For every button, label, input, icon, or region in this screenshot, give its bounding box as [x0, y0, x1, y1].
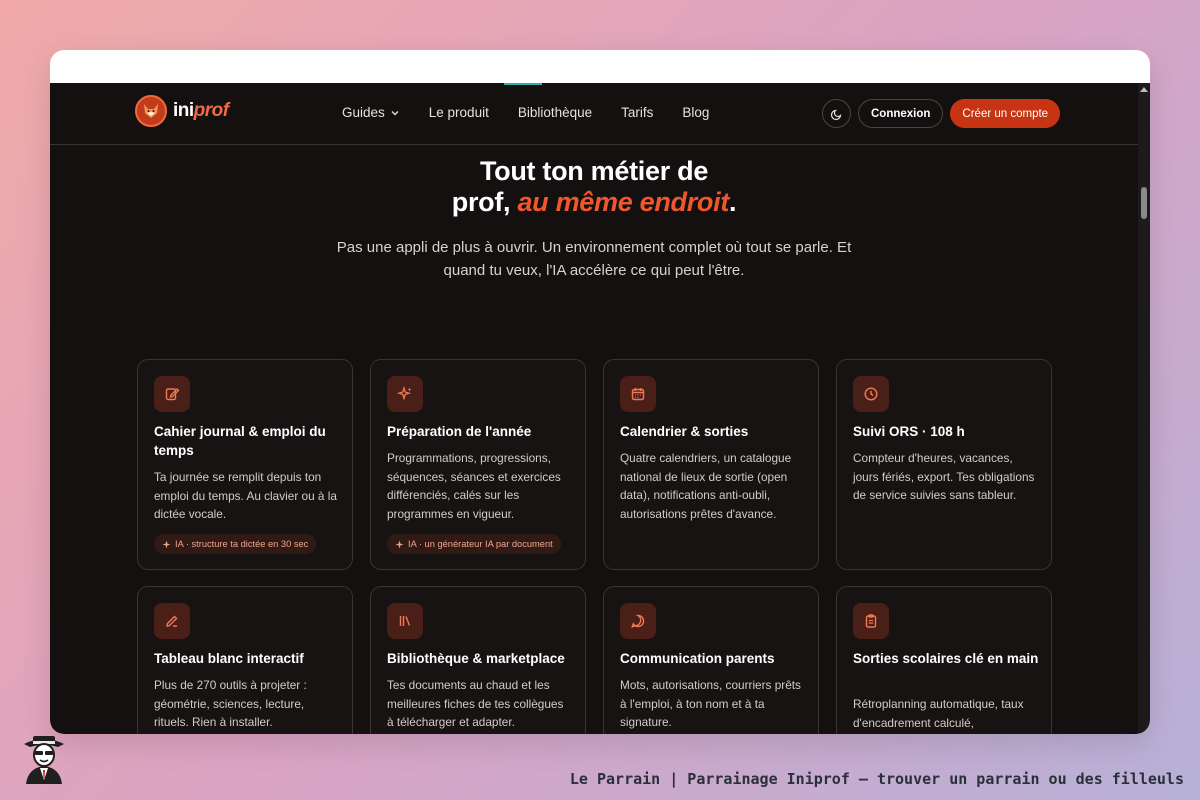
- hero-subtitle: Pas une appli de plus à ouvrir. Un envir…: [336, 239, 852, 279]
- feature-card-sorties-scolaires[interactable]: Sorties scolaires clé en main Rétroplann…: [836, 586, 1052, 734]
- notebook-edit-icon: [154, 376, 190, 412]
- top-navigation: iniprof Guides Le produit Bibliothèque T…: [50, 83, 1138, 145]
- fox-logo-icon: [135, 95, 167, 127]
- nav-link-produit[interactable]: Le produit: [429, 105, 489, 120]
- login-button[interactable]: Connexion: [858, 99, 944, 128]
- feature-card-cahier-journal[interactable]: Cahier journal & emploi du temps Ta jour…: [137, 359, 353, 570]
- clipboard-icon: [853, 603, 889, 639]
- feature-card-communication[interactable]: Communication parents Mots, autorisation…: [603, 586, 819, 734]
- card-title: Suivi ORS · 108 h: [853, 424, 965, 439]
- card-description: Rétroplanning automatique, taux d'encadr…: [853, 697, 1024, 730]
- footer-caption: Le Parrain | Parrainage Iniprof — trouve…: [569, 770, 1184, 788]
- calendar-icon: [620, 376, 656, 412]
- brand-name-plain: ini: [173, 100, 194, 121]
- card-title: Préparation de l'année: [387, 424, 532, 439]
- ai-badge: IA · un générateur IA par document: [387, 534, 561, 554]
- card-title: Communication parents: [620, 651, 775, 666]
- card-description: Ta journée se remplit depuis ton emploi …: [154, 470, 337, 521]
- sparkles-icon: [162, 539, 171, 549]
- feature-card-bibliotheque[interactable]: Bibliothèque & marketplace Tes documents…: [370, 586, 586, 734]
- card-title: Cahier journal & emploi du temps: [154, 424, 326, 458]
- feature-card-suivi-ors[interactable]: Suivi ORS · 108 h Compteur d'heures, vac…: [836, 359, 1052, 570]
- card-title: Calendrier & sorties: [620, 424, 749, 439]
- library-icon: [387, 603, 423, 639]
- ai-badge-label: IA · structure ta dictée en 30 sec: [175, 539, 309, 549]
- nav-link-tarifs[interactable]: Tarifs: [621, 105, 653, 120]
- vertical-scrollbar[interactable]: [1138, 83, 1150, 734]
- nav-link-bibliotheque[interactable]: Bibliothèque: [518, 105, 592, 120]
- brand-logo[interactable]: iniprof: [135, 95, 229, 127]
- card-description: Compteur d'heures, vacances, jours férié…: [853, 451, 1035, 502]
- card-description: Tes documents au chaud et les meilleures…: [387, 678, 564, 729]
- feature-card-tableau-blanc[interactable]: Tableau blanc interactif Plus de 270 out…: [137, 586, 353, 734]
- feature-card-preparation[interactable]: Préparation de l'année Programmations, p…: [370, 359, 586, 570]
- card-title: Tableau blanc interactif: [154, 651, 304, 666]
- sparkles-icon: [395, 539, 404, 549]
- browser-window: iniprof Guides Le produit Bibliothèque T…: [50, 50, 1150, 734]
- moon-icon: [830, 109, 841, 120]
- ai-badge-label: IA · un générateur IA par document: [408, 539, 553, 549]
- sparkles-icon: [387, 376, 423, 412]
- gangster-mascot-icon: [24, 736, 64, 784]
- nav-link-label: Blog: [682, 105, 710, 120]
- hero-title-plain: prof,: [451, 187, 511, 217]
- hero-title-line1: Tout ton métier de: [479, 156, 709, 186]
- message-circle-icon: [620, 603, 656, 639]
- hero-title: Tout ton métier de prof, au même endroit…: [50, 156, 1138, 218]
- signup-button[interactable]: Créer un compte: [950, 99, 1061, 128]
- brand-name: iniprof: [173, 100, 229, 122]
- hero-title-end: .: [729, 187, 737, 217]
- nav-link-blog[interactable]: Blog: [682, 105, 709, 120]
- nav-links: Guides Le produit Bibliothèque Tarifs Bl…: [342, 105, 709, 120]
- nav-link-guides[interactable]: Guides: [342, 105, 400, 120]
- chevron-down-icon: [391, 110, 399, 115]
- card-title: Sorties scolaires clé en main: [853, 651, 1039, 666]
- scroll-up-arrow-icon[interactable]: [1140, 87, 1148, 92]
- card-description: Programmations, progressions, séquences,…: [387, 451, 561, 521]
- nav-link-label: Bibliothèque: [517, 105, 593, 120]
- pencil-icon: [154, 603, 190, 639]
- scrollbar-thumb[interactable]: [1141, 187, 1147, 219]
- nav-link-label: Tarifs: [621, 105, 654, 120]
- card-description: Mots, autorisations, courriers prêts à l…: [620, 678, 801, 729]
- nav-actions: Connexion Créer un compte: [822, 99, 1061, 128]
- nav-link-label: Guides: [342, 105, 385, 120]
- card-description: Plus de 270 outils à projeter : géométri…: [154, 678, 307, 729]
- hero-title-line2: prof, au même endroit.: [50, 187, 1138, 218]
- ai-badge: IA · structure ta dictée en 30 sec: [154, 534, 317, 554]
- feature-card-calendrier[interactable]: Calendrier & sorties Quatre calendriers,…: [603, 359, 819, 570]
- card-title: Bibliothèque & marketplace: [387, 651, 565, 666]
- nav-link-label: Le produit: [428, 105, 489, 120]
- brand-name-accent: prof: [193, 100, 229, 121]
- card-description: Quatre calendriers, un catalogue nationa…: [620, 451, 792, 521]
- hero-title-accent: au même endroit: [517, 187, 730, 217]
- clock-icon: [853, 376, 889, 412]
- theme-toggle-button[interactable]: [822, 99, 851, 128]
- page-viewport: iniprof Guides Le produit Bibliothèque T…: [50, 83, 1138, 734]
